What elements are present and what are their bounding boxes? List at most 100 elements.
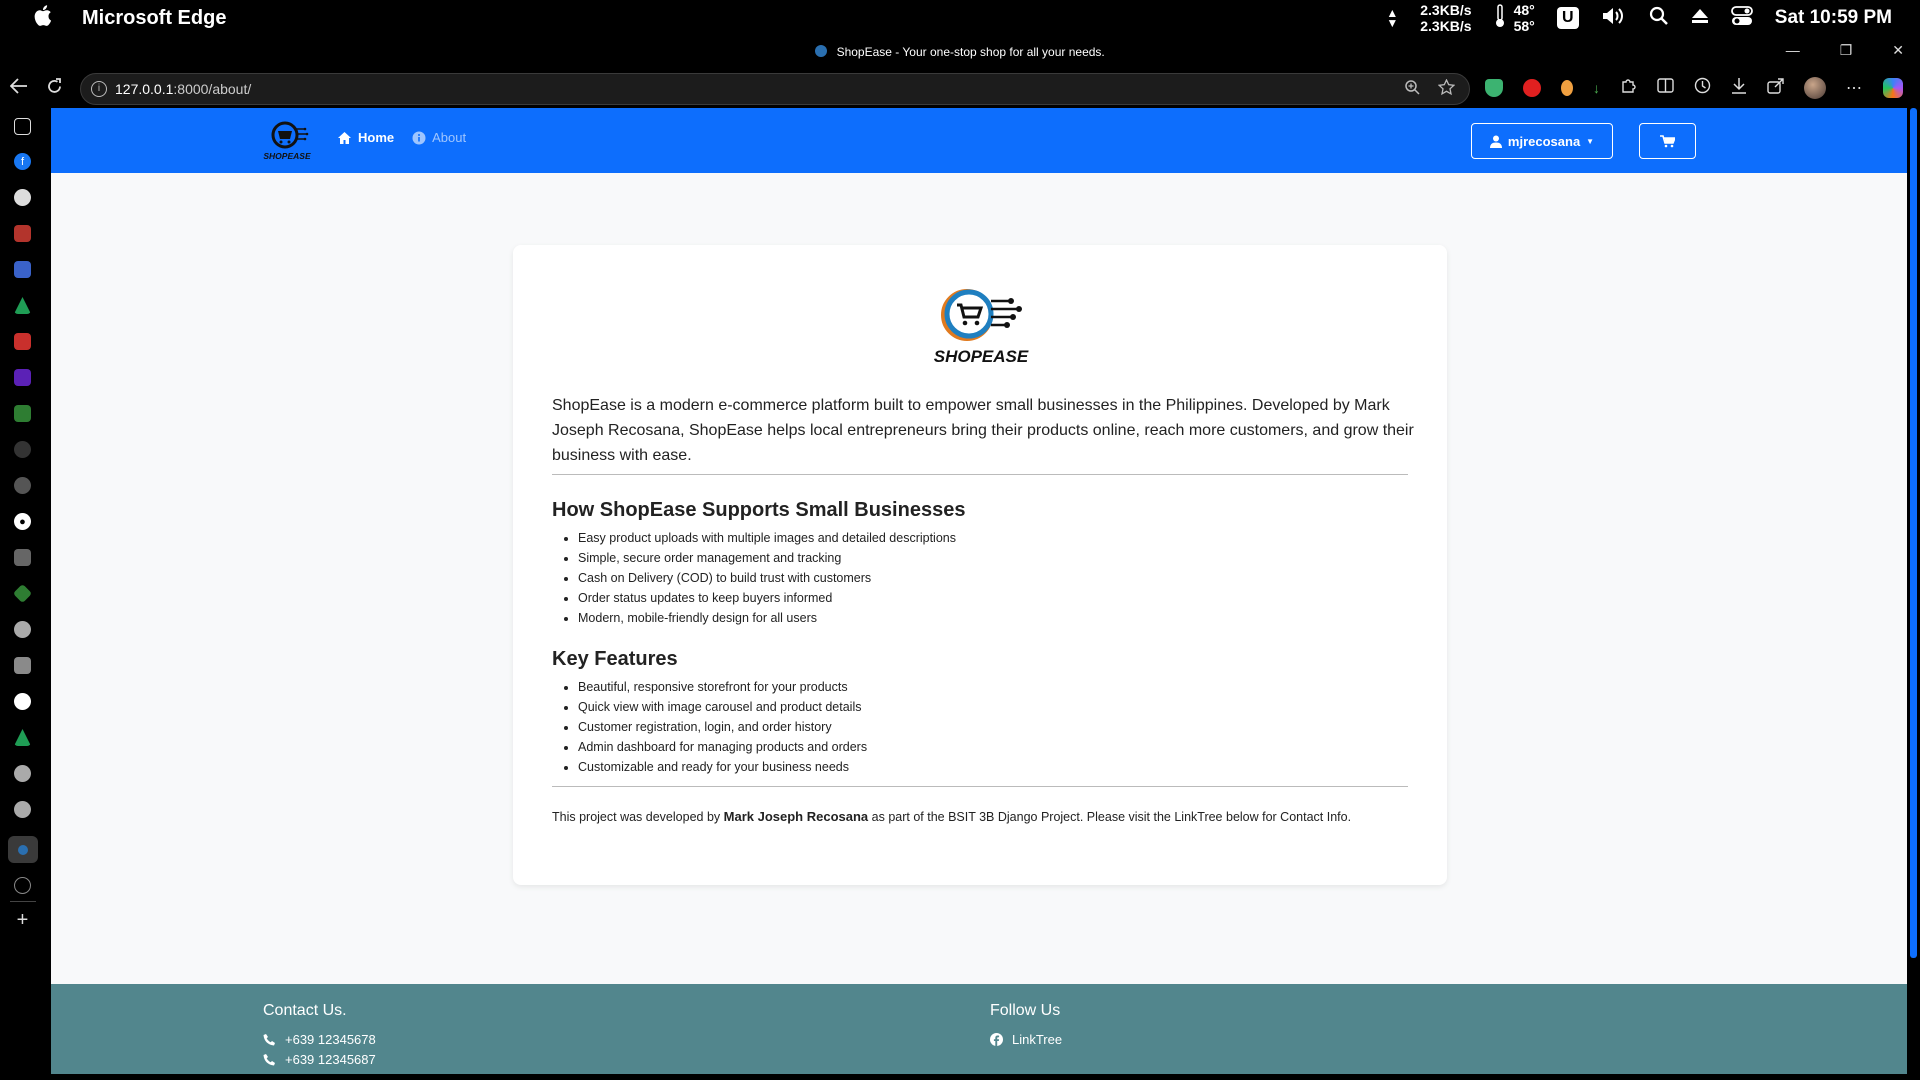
username-label: mjrecosana [1507,133,1581,149]
split-screen-icon[interactable] [1657,78,1674,98]
shopease-tab-icon[interactable] [8,836,38,863]
zoom-icon[interactable] [1404,79,1420,101]
extensions-puzzle-icon[interactable] [1620,77,1637,99]
google-drive-icon[interactable] [14,297,31,314]
downloads-icon[interactable] [1731,77,1747,99]
add-sidebar-app-icon[interactable]: + [14,909,31,931]
eject-icon[interactable] [1691,8,1709,29]
network-arrows-icon[interactable]: ▲ ▼ [1386,7,1398,29]
back-arrow-icon[interactable] [9,78,28,99]
red-square-icon[interactable] [14,333,31,350]
history-icon[interactable] [1694,77,1711,99]
red-app-icon[interactable] [14,225,31,242]
facebook-icon[interactable]: f [14,153,31,170]
gray-circle-2-icon[interactable] [14,765,31,782]
settings-app-icon[interactable] [14,477,31,494]
url-text[interactable]: 127.0.0.1:8000/about/ [115,81,251,97]
logo-text: SHOPEASE [933,347,1029,366]
phone-icon [263,1053,275,1065]
diamond-app-icon[interactable] [12,583,33,604]
nav-home-label: Home [358,130,395,145]
apple-icon[interactable] [34,5,52,31]
footer-phone-2[interactable]: +639 12345687 [263,1049,376,1069]
reload-icon[interactable] [46,78,63,100]
purple-app-icon[interactable] [14,369,31,386]
shopease-logo: SHOPEASE [933,283,1029,367]
share-icon[interactable] [1767,77,1784,99]
more-menu-icon[interactable]: ⋯ [1846,78,1863,98]
image-app-icon[interactable] [14,657,31,674]
active-app-name[interactable]: Microsoft Edge [82,7,226,30]
url-host: 127.0.0.1 [115,81,174,97]
list-item: Quick view with image carousel and produ… [578,697,867,717]
tab-actions-icon[interactable] [14,118,31,135]
edge-sidebar: f ● + [0,108,46,1080]
list-item: Beautiful, responsive storefront for you… [578,677,867,697]
cart-button[interactable] [1639,123,1696,159]
nav-about-label: About [432,130,467,145]
scrollbar-thumb[interactable] [1910,108,1917,958]
footer-contact-title: Contact Us. [263,1002,347,1019]
menubar-clock[interactable]: Sat 10:59 PM [1775,7,1892,29]
favorite-star-icon[interactable] [1437,78,1456,101]
brave-shield-extension-icon[interactable] [1485,79,1503,97]
restore-window-icon[interactable]: ❐ [1840,42,1853,59]
close-window-icon[interactable]: ✕ [1892,42,1904,59]
brand-logo[interactable]: SHOPEASE [263,118,311,162]
chatgpt-icon[interactable] [14,189,31,206]
intro-paragraph: ShopEase is a modern e-commerce platform… [552,397,1414,464]
url-path: :8000/about/ [173,81,252,97]
green-app-icon[interactable] [14,405,31,422]
temp-2: 58° [1513,18,1535,34]
nav-home-link[interactable]: Home [337,130,394,145]
thermometer-icon[interactable] [1494,3,1506,33]
address-bar[interactable]: i 127.0.0.1:8000/about/ [80,73,1470,105]
list-item: Easy product uploads with multiple image… [578,528,956,548]
u-app-icon[interactable]: U [1556,7,1579,29]
profile-avatar[interactable] [1804,77,1826,99]
minimize-window-icon[interactable]: — [1786,42,1800,59]
temp-1: 48° [1513,2,1535,18]
support-list: Easy product uploads with multiple image… [578,528,956,628]
section-title-features: Key Features [552,648,678,670]
brand-text: SHOPEASE [263,151,311,161]
footer-linktree-link[interactable]: LinkTree [990,1029,1062,1049]
user-icon [1489,135,1502,148]
volume-icon[interactable] [1601,6,1627,31]
site-info-icon[interactable]: i [91,81,107,97]
page-scrollbar[interactable] [1907,108,1920,1074]
footer-follow: Follow Us LinkTree [990,1002,1062,1049]
github-icon[interactable]: ● [14,513,31,530]
gray-circle-3-icon[interactable] [14,801,31,818]
tab-title-wrap[interactable]: ShopEase - Your one-stop shop for all yo… [0,45,1920,59]
spotlight-search-icon[interactable] [1649,6,1669,31]
control-center-icon[interactable] [1730,5,1753,31]
blue-app-icon[interactable] [14,261,31,278]
credit-line: This project was developed by Mark Josep… [552,809,1351,824]
dark-app-icon[interactable] [14,441,31,458]
network-speed[interactable]: 2.3KB/s 2.3KB/s [1420,2,1471,34]
temperature-readout[interactable]: 48° 58° [1514,2,1535,34]
footer-phone-1[interactable]: +639 12345678 [263,1029,376,1049]
gray-app-icon[interactable] [14,549,31,566]
white-circle-app-icon[interactable] [14,693,31,710]
phone-1-text: +639 12345678 [285,1031,376,1047]
list-item: Customer registration, login, and order … [578,717,867,737]
credit-name: Mark Joseph Recosana [723,809,869,824]
copilot-icon[interactable] [1883,78,1903,98]
gray-circle-app-icon[interactable] [14,621,31,638]
user-dropdown-button[interactable]: mjrecosana ▼ [1471,123,1613,159]
globe-icon[interactable] [14,877,31,894]
sidebar-divider [10,901,36,902]
footer-follow-title: Follow Us [990,1002,1061,1019]
credit-pre: This project was developed by [552,810,721,824]
youtube-extension-icon[interactable] [1523,79,1541,97]
page-viewport: SHOPEASE Home About mjrecosana ▼ SHOPEAS… [51,108,1907,1074]
download-green-extension-icon[interactable]: ↓ [1593,80,1600,96]
features-list: Beautiful, responsive storefront for you… [578,677,867,777]
linktree-label: LinkTree [1012,1031,1063,1047]
google-drive-2-icon[interactable] [14,729,31,746]
orange-extension-icon[interactable] [1561,80,1573,96]
caret-down-icon: ▼ [1586,136,1595,146]
nav-about-link[interactable]: About [412,130,466,145]
